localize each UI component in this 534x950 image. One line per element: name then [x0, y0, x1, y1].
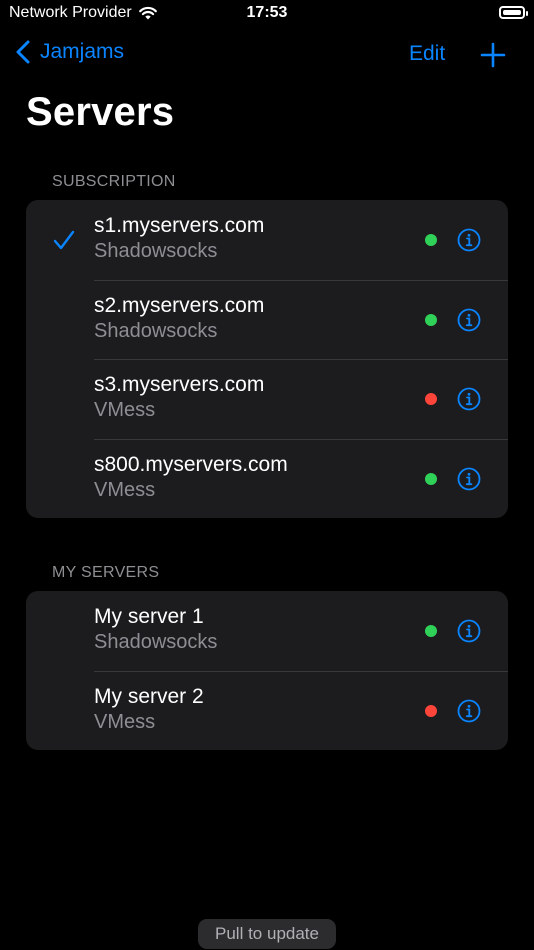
status-dot-online	[425, 472, 437, 485]
section-header-my-servers: MY SERVERS	[52, 564, 160, 581]
page-title: Servers	[26, 90, 175, 134]
server-row[interactable]: s3.myservers.com VMess	[26, 359, 508, 439]
status-bar: Network Provider 17:53	[0, 0, 534, 30]
battery-icon	[499, 6, 528, 19]
info-icon[interactable]	[457, 387, 481, 411]
server-protocol: VMess	[94, 399, 156, 421]
status-dot-online	[425, 234, 437, 246]
server-protocol: Shadowsocks	[94, 319, 218, 342]
server-protocol: Shadowsocks	[94, 631, 218, 653]
checkmark-icon	[53, 230, 75, 250]
info-icon[interactable]	[457, 228, 481, 252]
add-icon[interactable]	[480, 42, 506, 68]
server-protocol: VMess	[94, 710, 156, 733]
server-row[interactable]: s2.myservers.com Shadowsocks	[26, 279, 508, 360]
my-server-list: My server 1 Shadowsocks My server 2 VMes…	[26, 591, 508, 750]
server-name: s800.myservers.com	[94, 452, 288, 476]
back-button[interactable]: Jamjams	[16, 40, 124, 64]
server-row[interactable]: My server 2 VMess	[26, 670, 508, 751]
pull-to-update-toast: Pull to update	[198, 919, 336, 949]
servers-screen: Network Provider 17:53 Jamjams Edit Serv…	[0, 0, 534, 950]
info-icon[interactable]	[457, 619, 481, 643]
navigation-bar: Jamjams Edit	[0, 36, 534, 76]
server-row[interactable]: My server 1 Shadowsocks	[26, 591, 508, 671]
status-dot-offline	[425, 704, 437, 717]
status-dot-online	[425, 313, 437, 326]
info-icon[interactable]	[457, 467, 481, 491]
info-icon[interactable]	[457, 699, 481, 723]
server-name: My server 2	[94, 684, 204, 708]
server-row[interactable]: s1.myservers.com Shadowsocks	[26, 200, 508, 280]
section-header-subscription: SUBSCRIPTION	[52, 173, 176, 190]
server-name: s1.myservers.com	[94, 214, 265, 237]
info-icon[interactable]	[457, 308, 481, 332]
server-name: s3.myservers.com	[94, 373, 265, 396]
back-button-label: Jamjams	[40, 40, 125, 63]
server-name: My server 1	[94, 605, 204, 628]
server-name: s2.myservers.com	[94, 293, 265, 317]
subscription-server-list: s1.myservers.com Shadowsocks s2.myserver…	[26, 200, 508, 518]
server-protocol: VMess	[94, 478, 156, 501]
clock: 17:53	[246, 4, 288, 21]
status-dot-online	[425, 625, 437, 637]
server-protocol: Shadowsocks	[94, 240, 218, 262]
battery-level	[503, 10, 521, 15]
server-row[interactable]: s800.myservers.com VMess	[26, 438, 508, 519]
edit-button[interactable]: Edit	[409, 42, 445, 66]
status-dot-offline	[425, 393, 437, 405]
chevron-left-icon	[16, 40, 30, 64]
